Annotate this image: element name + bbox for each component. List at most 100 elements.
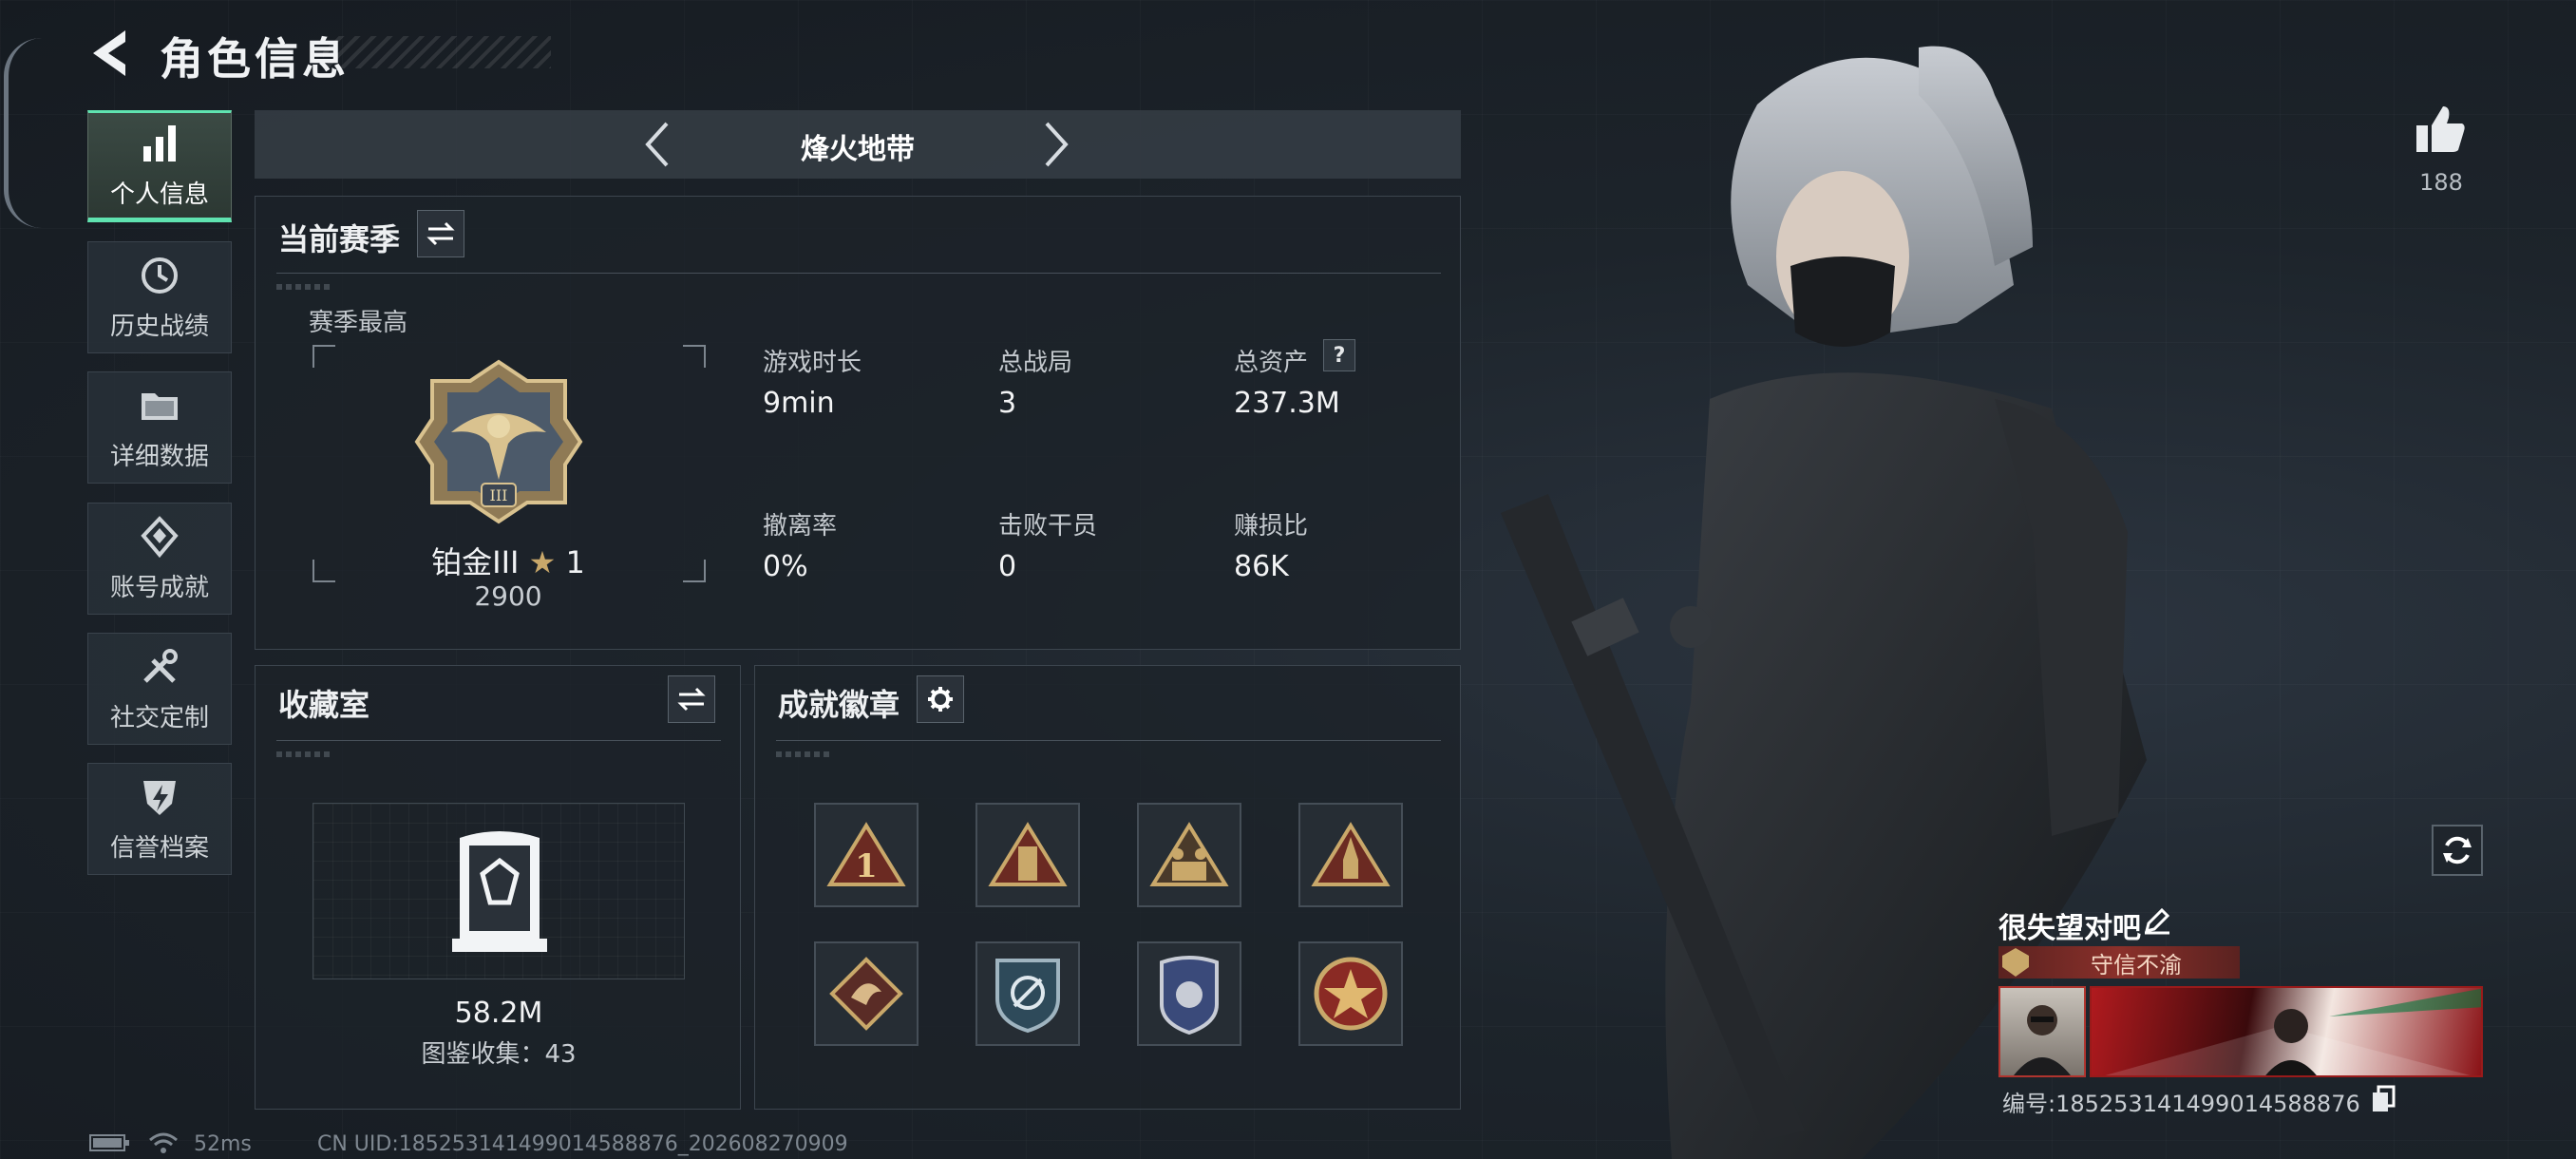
- sidebar-item-label: 账号成就: [109, 573, 209, 602]
- achievement-diamond-icon: [141, 515, 179, 558]
- badge-slot[interactable]: [1137, 941, 1241, 1046]
- badge-slot[interactable]: [1298, 941, 1403, 1046]
- rank-name: 铂金III: [431, 544, 520, 580]
- chevron-right-icon[interactable]: [1043, 118, 1071, 171]
- sidebar-item-detail-data[interactable]: 详细数据: [87, 371, 232, 484]
- tower-badge-icon: [988, 822, 1068, 886]
- swap-icon: [677, 687, 706, 712]
- stat-value: 0: [998, 550, 1017, 583]
- thumbs-up-icon[interactable]: [2415, 104, 2466, 154]
- player-id: 编号:1852531414990145888​76: [2002, 1091, 2360, 1117]
- badges-title: 成就徽章: [778, 687, 900, 723]
- collection-title: 收藏室: [278, 687, 370, 723]
- refresh-icon: [2443, 836, 2472, 864]
- star-medal-badge-icon: [1314, 957, 1388, 1031]
- collection-value: 58.2M: [454, 997, 543, 1030]
- player-banner[interactable]: [2090, 986, 2483, 1077]
- divider: [276, 273, 1441, 274]
- stat-value: 9min: [763, 387, 835, 420]
- gear-icon: [928, 687, 953, 712]
- collection-showcase-icon: [452, 831, 547, 952]
- sidebar-item-achievements[interactable]: 账号成就: [87, 503, 232, 615]
- divider: [776, 740, 1441, 741]
- honor-title-tag[interactable]: 守信不渝: [1998, 946, 2240, 978]
- collection-panel[interactable]: 收藏室 58.2M 图鉴收集：43: [255, 665, 741, 1110]
- sidebar-item-social[interactable]: 社交定制: [87, 633, 232, 745]
- sidebar-item-label: 个人信息: [109, 180, 209, 209]
- divider-decoration: [276, 751, 333, 757]
- rank-line: 铂金III ★ 1: [313, 539, 704, 582]
- divider: [276, 740, 721, 741]
- edit-name-icon[interactable]: [2143, 906, 2171, 935]
- folder-icon: [142, 392, 178, 420]
- divider-decoration: [276, 284, 333, 290]
- stat-value: 237.3M: [1234, 387, 1340, 420]
- stat-label: 游戏时长: [763, 349, 862, 377]
- stat-label: 总战局: [998, 349, 1073, 377]
- honor-title: 守信不渝: [2091, 951, 2182, 978]
- stat-label: 赚损比: [1234, 512, 1309, 541]
- rotate-model-button[interactable]: [2432, 825, 2483, 876]
- stat-label: 击败干员: [998, 512, 1098, 541]
- copy-icon[interactable]: [2371, 1085, 2396, 1113]
- title-decoration: [323, 36, 551, 68]
- svg-text:1: 1: [855, 847, 878, 885]
- badge-slot[interactable]: 1: [814, 803, 919, 907]
- like-count: 188: [2419, 169, 2463, 196]
- help-icon[interactable]: ?: [1323, 339, 1355, 371]
- stat-value: 3: [998, 387, 1017, 420]
- collection-display-frame: [313, 803, 685, 979]
- sidebar-item-label: 社交定制: [109, 703, 209, 732]
- season-switch-button[interactable]: [417, 210, 464, 257]
- sidebar-item-history[interactable]: 历史战绩: [87, 241, 232, 353]
- honor-emblem-icon: [2002, 948, 2029, 977]
- badge-slot[interactable]: [1137, 803, 1241, 907]
- sidebar-item-credit[interactable]: 信誉档案: [87, 763, 232, 875]
- dragon-badge-icon: [829, 957, 903, 1031]
- tools-icon: [143, 648, 178, 683]
- police-badge-icon: [1160, 956, 1219, 1035]
- battery-icon: [89, 1134, 129, 1151]
- avatar-portrait: [2014, 1005, 2071, 1075]
- badge-slot[interactable]: [814, 941, 919, 1046]
- badges-settings-button[interactable]: [917, 675, 964, 723]
- season-title: 当前赛季: [278, 221, 401, 257]
- player-name: 很失望对吧: [1998, 912, 2141, 945]
- badge-slot[interactable]: [1298, 803, 1403, 907]
- stat-label: 撤离率: [763, 512, 838, 541]
- rank-emblem-icon: III: [414, 359, 583, 524]
- player-avatar[interactable]: [1998, 986, 2086, 1077]
- sidebar-item-label: 信誉档案: [109, 833, 209, 863]
- stat-value: 86K: [1234, 550, 1289, 583]
- sidebar-item-personal-info[interactable]: 个人信息: [87, 110, 232, 222]
- page-title: 角色信息: [160, 33, 350, 85]
- mode-selector: 烽火地带: [255, 110, 1461, 179]
- soldiers-badge-icon: [1149, 822, 1229, 886]
- back-arrow-icon[interactable]: [87, 27, 135, 80]
- svg-text:III: III: [490, 486, 508, 504]
- ping-text: 52ms: [194, 1132, 252, 1156]
- star-icon: ★: [528, 544, 557, 580]
- sidebar-item-label: 历史战绩: [109, 312, 209, 341]
- credit-shield-icon: [143, 780, 176, 815]
- stat-value: 0%: [763, 550, 808, 583]
- season-panel: 当前赛季 赛季最高 III 铂金III ★ 1 2900 游戏时长 9min 总…: [255, 196, 1461, 650]
- badge-slot[interactable]: [975, 803, 1080, 907]
- triangle-badge-icon: 1: [826, 822, 906, 886]
- swap-icon: [426, 221, 455, 246]
- collection-switch-button[interactable]: [668, 675, 715, 723]
- bar-chart-icon: [143, 124, 176, 162]
- divider-decoration: [776, 751, 833, 757]
- badges-panel: 成就徽章 1: [754, 665, 1461, 1110]
- mode-title: 烽火地带: [801, 133, 915, 166]
- history-clock-icon: [142, 256, 178, 294]
- collection-count: 图鉴收集：43: [421, 1040, 577, 1069]
- season-best-label: 赛季最高: [309, 309, 408, 337]
- sidebar-item-label: 详细数据: [109, 442, 209, 471]
- rocket-badge-icon: [1311, 822, 1391, 886]
- frame-corner: [683, 345, 706, 368]
- badge-slot[interactable]: [975, 941, 1080, 1046]
- rank-stars: 1: [565, 544, 585, 580]
- uid-text: CN UID:1852531414990145888​76_2026082709…: [317, 1132, 848, 1156]
- frame-corner: [313, 345, 335, 368]
